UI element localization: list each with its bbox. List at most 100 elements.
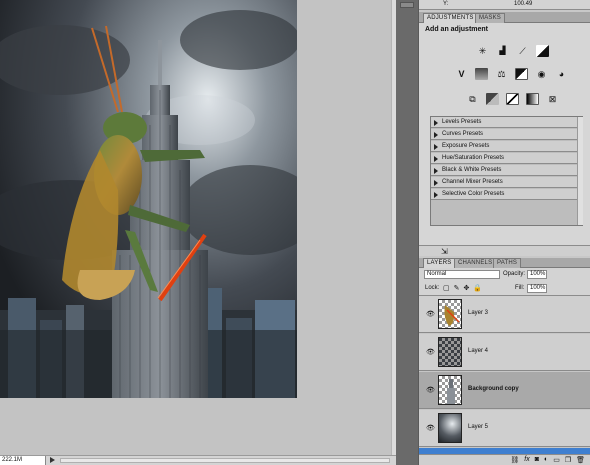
layer-row-selected[interactable]: 👁 Background copy bbox=[419, 372, 590, 409]
building-thumb bbox=[447, 379, 455, 404]
layer-name: Layer 3 bbox=[468, 310, 489, 316]
black-white-icon[interactable] bbox=[515, 68, 528, 80]
adjustments-title: Add an adjustment bbox=[425, 26, 489, 33]
visibility-eye-icon[interactable]: 👁 bbox=[426, 386, 435, 394]
document-image[interactable] bbox=[0, 0, 297, 398]
right-panel: Y: 100.49 ADJUSTMENTS MASKS Add an adjus… bbox=[418, 0, 590, 465]
new-layer-icon[interactable]: ❐ bbox=[565, 456, 571, 464]
preset-item-curves[interactable]: Curves Presets bbox=[431, 129, 582, 140]
opacity-input[interactable]: 100% bbox=[527, 270, 547, 279]
dock-collapse-tab[interactable] bbox=[400, 2, 414, 8]
info-panel-strip: Y: 100.49 bbox=[419, 0, 590, 10]
preset-label: Channel Mixer Presets bbox=[442, 179, 503, 185]
grasshopper-thumb bbox=[444, 305, 460, 326]
preset-item-black-white[interactable]: Black & White Presets bbox=[431, 165, 582, 176]
invert-icon[interactable]: ⧉ bbox=[466, 93, 479, 105]
tab-masks[interactable]: MASKS bbox=[475, 13, 506, 23]
photoshop-window: 222.1M Y: 100.49 ADJUSTMENTS MASKS Add a… bbox=[0, 0, 590, 465]
layer-name: Layer 5 bbox=[468, 424, 489, 430]
adjustments-tabbar: ADJUSTMENTS MASKS bbox=[419, 12, 590, 23]
lock-position-icon[interactable]: ✥ bbox=[464, 284, 470, 293]
preset-item-exposure[interactable]: Exposure Presets bbox=[431, 141, 582, 152]
adjustment-presets-list: Levels Presets Curves Presets Exposure P… bbox=[430, 116, 583, 226]
layer-thumbnail bbox=[438, 337, 462, 367]
delete-layer-icon[interactable]: 🗑 bbox=[576, 456, 585, 464]
layer-row[interactable]: 👁 Layer 4 bbox=[419, 334, 590, 371]
grasshopper-empire-state-artwork bbox=[0, 0, 297, 398]
posterize-icon[interactable] bbox=[486, 93, 499, 105]
adjustment-icons-row-1: ✳ ▟ ⟋ bbox=[476, 45, 549, 57]
add-mask-icon[interactable]: ◙ bbox=[535, 456, 539, 464]
lock-image-icon[interactable]: ✎ bbox=[454, 284, 460, 293]
canvas-horizontal-scrollbar[interactable] bbox=[60, 458, 390, 463]
preset-item-channel-mixer[interactable]: Channel Mixer Presets bbox=[431, 177, 582, 188]
link-layers-icon[interactable]: ⛓ bbox=[510, 456, 519, 464]
tab-paths[interactable]: PATHS bbox=[493, 258, 522, 268]
expand-triangle-icon bbox=[434, 168, 438, 174]
zoom-field[interactable]: 222.1M bbox=[0, 456, 46, 465]
clip-to-layer-icon[interactable]: ⇲ bbox=[441, 247, 448, 256]
tab-channels[interactable]: CHANNELS bbox=[454, 258, 497, 268]
layer-name: Layer 4 bbox=[468, 348, 489, 354]
threshold-icon[interactable] bbox=[506, 93, 519, 105]
expand-triangle-icon bbox=[434, 156, 438, 162]
selective-color-icon[interactable]: ⊠ bbox=[546, 93, 559, 105]
status-menu-arrow-icon[interactable] bbox=[50, 457, 55, 463]
blend-mode-select[interactable]: Normal bbox=[424, 270, 500, 279]
color-balance-icon[interactable]: ⚖ bbox=[495, 68, 508, 80]
photo-filter-icon[interactable]: ◉ bbox=[535, 68, 548, 80]
presets-scrollbar[interactable] bbox=[577, 117, 583, 225]
preset-item-selective-color[interactable]: Selective Color Presets bbox=[431, 189, 582, 200]
preset-item-levels[interactable]: Levels Presets bbox=[431, 117, 582, 128]
fill-input[interactable]: 100% bbox=[527, 284, 547, 293]
panel-dock-gutter bbox=[396, 0, 418, 465]
lock-label: Lock: bbox=[425, 285, 440, 291]
info-y-label: Y: bbox=[443, 1, 449, 7]
lock-all-icon[interactable]: 🔒 bbox=[473, 284, 482, 293]
preset-item-hue-saturation[interactable]: Hue/Saturation Presets bbox=[431, 153, 582, 164]
adjustment-icons-row-2: V ⚖ ◉ ◕ bbox=[455, 68, 568, 80]
expand-triangle-icon bbox=[434, 144, 438, 150]
info-y-value: 100.49 bbox=[514, 1, 533, 7]
layers-list: 👁 Layer 3 👁 Layer 4 👁 Background copy 👁 bbox=[419, 296, 590, 454]
status-bar: 222.1M bbox=[0, 455, 396, 465]
preset-label: Exposure Presets bbox=[442, 143, 490, 149]
preset-label: Levels Presets bbox=[442, 119, 482, 125]
new-group-icon[interactable]: ▭ bbox=[553, 456, 560, 464]
adjustments-footer: ⇲ bbox=[419, 245, 590, 256]
tab-layers[interactable]: LAYERS bbox=[423, 258, 456, 268]
layer-style-icon[interactable]: fx bbox=[524, 456, 529, 464]
new-adjustment-icon[interactable]: ◐ bbox=[544, 456, 548, 464]
layer-thumbnail bbox=[438, 299, 462, 329]
expand-triangle-icon bbox=[434, 132, 438, 138]
layer-thumbnail bbox=[438, 375, 462, 405]
adjustment-icons-row-3: ⧉ ⊠ bbox=[466, 93, 559, 105]
layers-footer: ⛓ fx ◙ ◐ ▭ ❐ 🗑 bbox=[419, 454, 590, 465]
opacity-label: Opacity: bbox=[503, 271, 526, 277]
fill-label: Fill: bbox=[515, 285, 525, 291]
adjustments-panel: Add an adjustment ✳ ▟ ⟋ V ⚖ ◉ ◕ ⧉ ⊠ Leve… bbox=[419, 23, 590, 248]
vibrance-icon[interactable]: V bbox=[455, 68, 468, 80]
expand-triangle-icon bbox=[434, 120, 438, 126]
levels-icon[interactable]: ▟ bbox=[496, 45, 509, 57]
brightness-contrast-icon[interactable]: ✳ bbox=[476, 45, 489, 57]
preset-label: Hue/Saturation Presets bbox=[442, 155, 505, 161]
preset-label: Curves Presets bbox=[442, 131, 484, 137]
lock-transparent-icon[interactable]: ▢ bbox=[443, 284, 450, 293]
layers-options: Normal Opacity: 100% Lock: ▢ ✎ ✥ 🔒 Fill:… bbox=[419, 268, 590, 296]
layer-row[interactable]: 👁 Layer 3 bbox=[419, 296, 590, 333]
tab-adjustments[interactable]: ADJUSTMENTS bbox=[423, 13, 478, 23]
channel-mixer-icon[interactable]: ◕ bbox=[555, 68, 568, 80]
visibility-eye-icon[interactable]: 👁 bbox=[426, 310, 435, 318]
visibility-eye-icon[interactable]: 👁 bbox=[426, 424, 435, 432]
layer-name: Background copy bbox=[468, 386, 519, 392]
preset-label: Black & White Presets bbox=[442, 167, 502, 173]
hue-saturation-icon[interactable] bbox=[475, 68, 488, 80]
exposure-icon[interactable] bbox=[536, 45, 549, 57]
canvas-area[interactable] bbox=[0, 0, 395, 455]
layer-thumbnail bbox=[438, 413, 462, 443]
gradient-map-icon[interactable] bbox=[526, 93, 539, 105]
visibility-eye-icon[interactable]: 👁 bbox=[426, 348, 435, 356]
layer-row[interactable]: 👁 Layer 5 bbox=[419, 410, 590, 447]
curves-icon[interactable]: ⟋ bbox=[516, 45, 529, 57]
